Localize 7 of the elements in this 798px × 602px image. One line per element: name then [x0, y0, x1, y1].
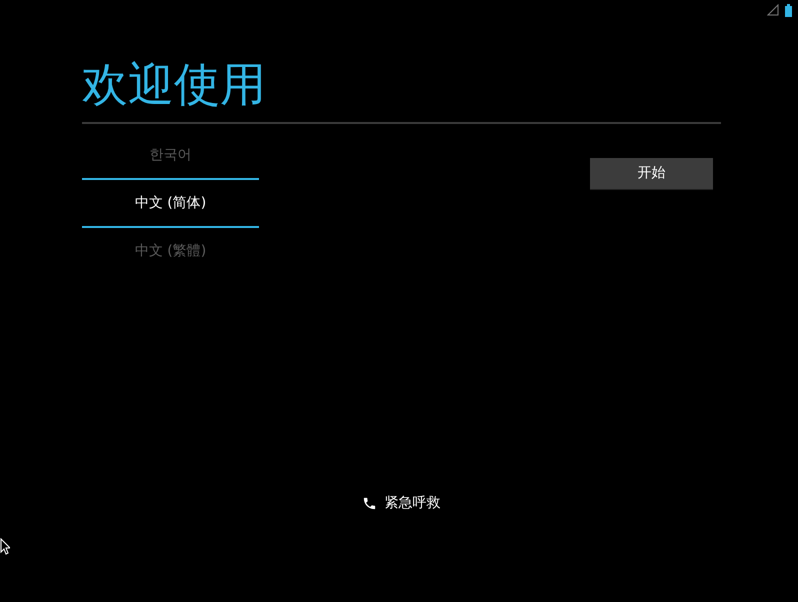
battery-icon	[785, 4, 792, 16]
phone-icon	[362, 496, 376, 511]
signal-icon	[767, 4, 779, 16]
emergency-call-button[interactable]: 紧急呼救	[362, 493, 440, 514]
start-button[interactable]: 开始	[590, 158, 713, 190]
welcome-title: 欢迎使用	[82, 56, 266, 112]
language-option[interactable]: 中文 (简体)	[82, 180, 259, 226]
